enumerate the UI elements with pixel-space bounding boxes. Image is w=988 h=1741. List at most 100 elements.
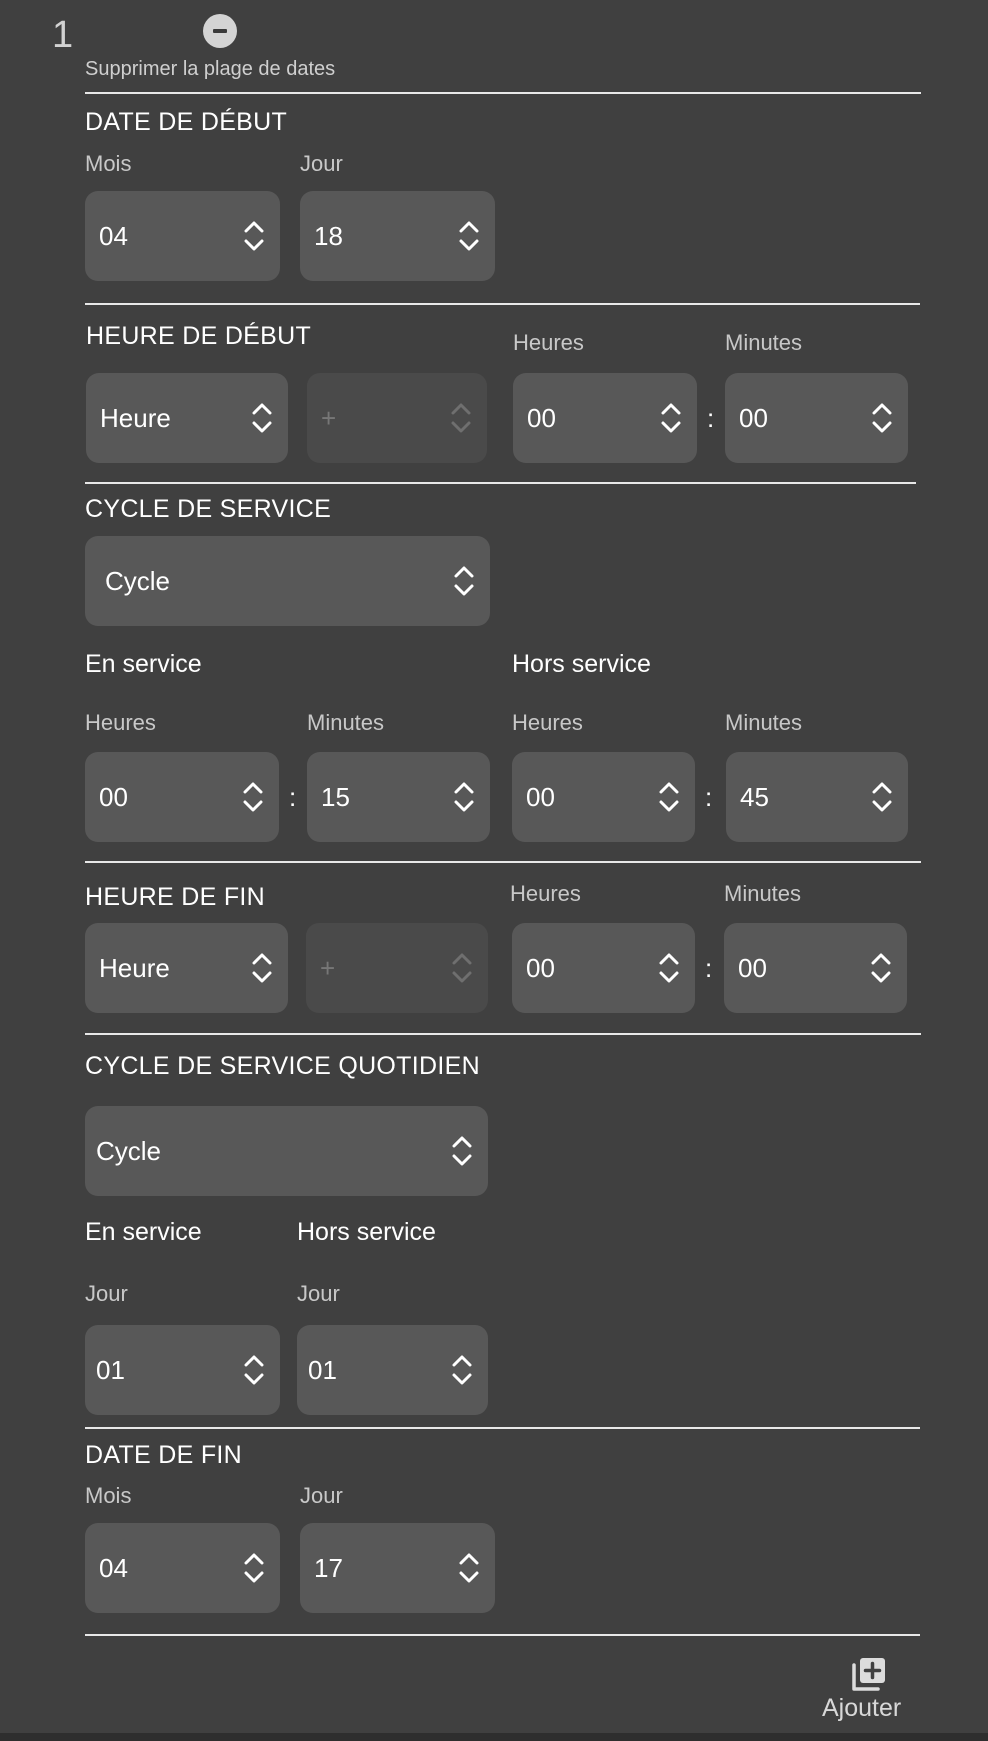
daily-cycle-mode-select[interactable]: Cycle: [85, 1106, 488, 1196]
divider: [85, 1427, 920, 1429]
time-separator: :: [707, 403, 715, 433]
daily-off-label: Hors service: [297, 1218, 436, 1246]
start-hours-stepper[interactable]: 00: [513, 373, 697, 463]
end-time-mode-value: Heure: [99, 953, 170, 983]
end-day-stepper[interactable]: 17: [300, 1523, 495, 1613]
duty-on-label: En service: [85, 650, 202, 678]
duty-off-label: Hors service: [512, 650, 651, 678]
time-separator: :: [705, 953, 713, 983]
start-day-value: 18: [314, 221, 343, 251]
duty-off-hours-stepper[interactable]: 00: [512, 752, 695, 842]
time-separator: :: [289, 782, 297, 812]
chevron-up-down-icon[interactable]: [659, 400, 683, 436]
duty-off-hours-value: 00: [526, 782, 555, 812]
end-day-label: Jour: [300, 1483, 343, 1508]
chevron-up-down-icon[interactable]: [869, 950, 893, 986]
daily-on-day-label: Jour: [85, 1281, 128, 1306]
duty-on-minutes-stepper[interactable]: 15: [307, 752, 490, 842]
chevron-up-down-icon[interactable]: [657, 950, 681, 986]
daily-off-day-value: 01: [308, 1355, 337, 1385]
duty-off-minutes-stepper[interactable]: 45: [726, 752, 908, 842]
bottom-edge: [0, 1733, 988, 1741]
duty-off-minutes-label: Minutes: [725, 710, 803, 735]
start-month-stepper[interactable]: 04: [85, 191, 280, 281]
chevron-up-down-icon[interactable]: [242, 1352, 266, 1388]
daily-on-day-stepper[interactable]: 01: [85, 1325, 280, 1415]
duty-cycle-mode-select[interactable]: Cycle: [85, 536, 490, 626]
chevron-up-down-icon[interactable]: [452, 563, 476, 599]
end-minutes-value: 00: [738, 953, 767, 983]
divider: [85, 303, 920, 305]
end-month-value: 04: [99, 1553, 128, 1583]
start-month-label: Mois: [85, 151, 132, 176]
chevron-up-down-icon[interactable]: [870, 400, 894, 436]
chevron-up-down-icon: [452, 953, 472, 983]
end-time-mode-select[interactable]: Heure: [85, 923, 288, 1013]
start-time-mode-select[interactable]: Heure: [86, 373, 288, 463]
duty-on-hours-stepper[interactable]: 00: [85, 752, 279, 842]
chevron-up-down-icon[interactable]: [457, 218, 481, 254]
start-minutes-stepper[interactable]: 00: [725, 373, 908, 463]
end-hours-label: Heures: [510, 881, 581, 906]
daily-cycle-title: CYCLE DE SERVICE QUOTIDIEN: [85, 1052, 480, 1080]
start-hours-label: Heures: [513, 330, 584, 355]
minus-circle-icon: [213, 29, 227, 33]
duty-cycle-mode-value: Cycle: [105, 566, 171, 596]
end-day-value: 17: [314, 1553, 343, 1583]
end-time-offset-value: +: [320, 953, 336, 983]
end-time-offset-select: +: [306, 923, 488, 1013]
start-day-stepper[interactable]: 18: [300, 191, 495, 281]
chevron-up-down-icon[interactable]: [250, 950, 274, 986]
end-minutes-label: Minutes: [724, 881, 802, 906]
duty-on-minutes-label: Minutes: [307, 710, 385, 735]
duty-off-hours-label: Heures: [512, 710, 583, 735]
start-month-value: 04: [99, 221, 128, 251]
start-day-label: Jour: [300, 151, 343, 176]
chevron-up-down-icon[interactable]: [457, 1550, 481, 1586]
add-button-label[interactable]: Ajouter: [822, 1694, 901, 1723]
end-minutes-stepper[interactable]: 00: [724, 923, 907, 1013]
chevron-up-down-icon[interactable]: [250, 400, 274, 436]
duty-on-minutes-value: 15: [321, 782, 350, 812]
chevron-up-down-icon[interactable]: [242, 218, 266, 254]
duty-off-minutes-value: 45: [740, 782, 769, 812]
divider: [85, 482, 916, 484]
start-minutes-value: 00: [739, 403, 768, 433]
start-minutes-label: Minutes: [725, 330, 803, 355]
chevron-up-down-icon[interactable]: [450, 1352, 474, 1388]
chevron-up-down-icon: [451, 403, 471, 433]
start-time-title: HEURE DE DÉBUT: [86, 322, 312, 350]
chevron-up-down-icon[interactable]: [657, 779, 681, 815]
divider: [85, 92, 921, 94]
daily-off-day-label: Jour: [297, 1281, 340, 1306]
end-hours-value: 00: [526, 953, 555, 983]
remove-range-button[interactable]: [203, 14, 237, 48]
daily-on-label: En service: [85, 1218, 202, 1246]
duty-on-hours-value: 00: [99, 782, 128, 812]
time-separator: :: [705, 782, 713, 812]
end-time-title: HEURE DE FIN: [85, 883, 266, 911]
chevron-up-down-icon[interactable]: [450, 1133, 474, 1169]
divider: [85, 1033, 921, 1035]
chevron-up-down-icon[interactable]: [870, 779, 894, 815]
end-month-stepper[interactable]: 04: [85, 1523, 280, 1613]
duty-cycle-title: CYCLE DE SERVICE: [85, 495, 332, 523]
start-time-mode-value: Heure: [100, 403, 171, 433]
duty-on-hours-label: Heures: [85, 710, 156, 735]
daily-off-day-stepper[interactable]: 01: [297, 1325, 488, 1415]
divider: [85, 1634, 920, 1636]
chevron-up-down-icon[interactable]: [241, 779, 265, 815]
start-date-title: DATE DE DÉBUT: [85, 108, 288, 136]
end-date-title: DATE DE FIN: [85, 1441, 243, 1469]
chevron-up-down-icon[interactable]: [242, 1550, 266, 1586]
remove-range-label[interactable]: Supprimer la plage de dates: [85, 58, 335, 81]
start-hours-value: 00: [527, 403, 556, 433]
end-month-label: Mois: [85, 1483, 132, 1508]
daily-on-day-value: 01: [96, 1355, 125, 1385]
divider: [85, 861, 921, 863]
start-time-offset-value: +: [321, 403, 337, 433]
end-hours-stepper[interactable]: 00: [512, 923, 695, 1013]
add-stack-icon[interactable]: [851, 1656, 887, 1692]
chevron-up-down-icon[interactable]: [452, 779, 476, 815]
daily-cycle-mode-value: Cycle: [96, 1136, 162, 1166]
